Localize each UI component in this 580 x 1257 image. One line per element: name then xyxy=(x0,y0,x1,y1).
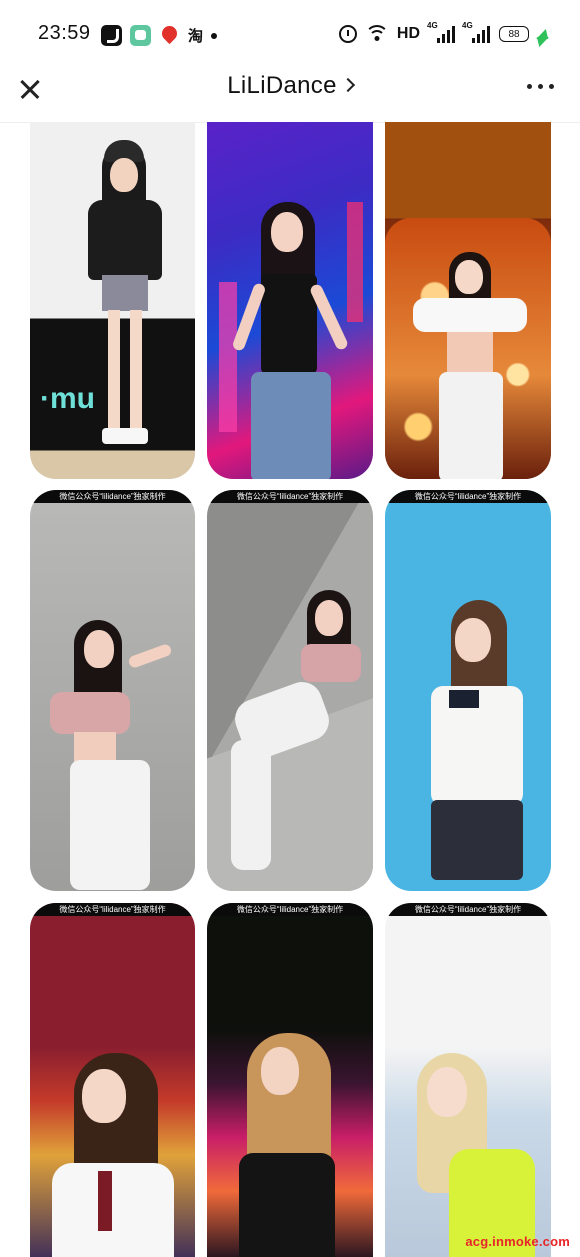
wallpaper-card[interactable]: 微信公众号“lilidance”独家制作 xyxy=(30,490,195,891)
site-watermark: acg.inmoke.com xyxy=(465,1234,570,1249)
watermark-banner: 微信公众号“lilidance”独家制作 xyxy=(30,903,195,916)
watermark-banner: 微信公众号“lilidance”独家制作 xyxy=(207,903,373,916)
more-icon[interactable] xyxy=(527,84,554,89)
wallpaper-card[interactable]: 微信公众号“lilidance”独家制作 xyxy=(385,903,551,1257)
battery-icon: 88 xyxy=(499,26,529,42)
wallpaper-card[interactable]: 微信公众号“lilidance”独家制作 xyxy=(30,903,195,1257)
wallpaper-card[interactable] xyxy=(207,122,373,479)
alarm-icon xyxy=(338,25,357,43)
nav-bar: LiLiDance xyxy=(0,68,580,123)
wallpaper-card[interactable]: ·mu xyxy=(30,122,195,479)
taobao-icon: 淘 xyxy=(188,28,204,45)
hd-indicator: HD xyxy=(396,25,420,42)
wallpaper-card[interactable]: 微信公众号“lilidance”独家制作 xyxy=(385,490,551,891)
more-notifications-dot-icon xyxy=(211,32,218,39)
wallpaper-grid: ·mu 微信公众号“lilidance”独家制作 微信公众号“lilidance… xyxy=(0,122,580,1257)
nav-title-link[interactable]: LiLiDance xyxy=(0,72,580,100)
page-title: LiLiDance xyxy=(227,72,337,99)
wallpaper-card[interactable]: 微信公众号“lilidance”独家制作 xyxy=(207,903,373,1257)
signal-icon-1: 4G xyxy=(427,21,455,43)
watermark-banner: 微信公众号“lilidance”独家制作 xyxy=(385,490,551,503)
watermark-banner: 微信公众号“lilidance”独家制作 xyxy=(385,903,551,916)
chat-app-icon xyxy=(130,25,151,46)
signal-icon-2: 4G xyxy=(462,21,490,43)
system-icons: HD 4G 4G 88 xyxy=(338,21,552,43)
chevron-right-icon xyxy=(340,77,355,93)
tiktok-icon xyxy=(101,25,122,46)
wallpaper-card[interactable]: 微信公众号“lilidance”独家制作 xyxy=(207,490,373,891)
charging-icon xyxy=(536,29,552,39)
red-location-icon xyxy=(159,25,180,46)
watermark-banner: 微信公众号“lilidance”独家制作 xyxy=(207,490,373,503)
notification-icons: 淘 xyxy=(101,25,218,46)
watermark-banner: 微信公众号“lilidance”独家制作 xyxy=(30,490,195,503)
wallpaper-card[interactable] xyxy=(385,122,551,479)
status-bar: 23:59 淘 HD 4G 4G 88 xyxy=(0,0,580,68)
wifi-icon xyxy=(365,25,388,43)
status-time: 23:59 xyxy=(38,22,91,44)
